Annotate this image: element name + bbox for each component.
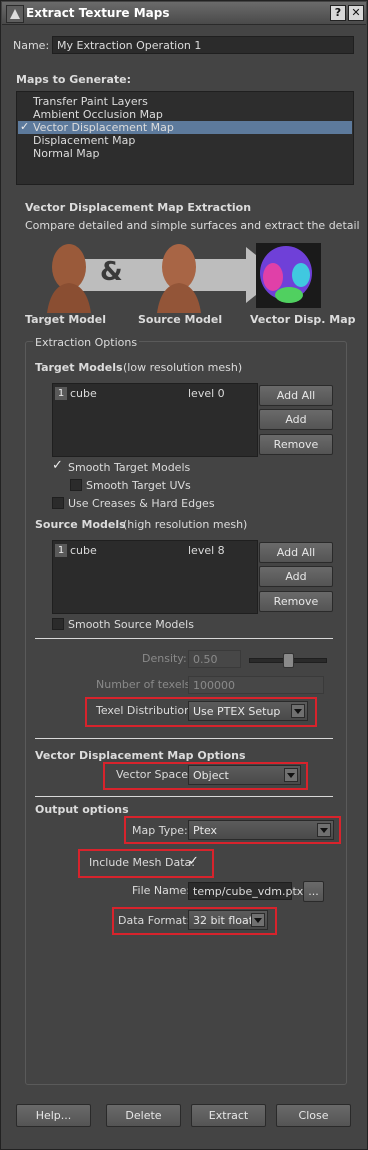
vdm-caption: Vector Disp. Map — [250, 313, 356, 326]
use-creases-label: Use Creases & Hard Edges — [68, 497, 215, 510]
file-name-label: File Name: — [132, 884, 191, 897]
extract-button[interactable]: Extract — [191, 1104, 266, 1127]
name-label: Name: — [13, 39, 50, 52]
row-index: 1 — [55, 544, 67, 557]
target-model-caption: Target Model — [25, 313, 106, 326]
target-add-all-button[interactable]: Add All — [259, 385, 333, 406]
window-title: Extract Texture Maps — [26, 6, 170, 20]
use-creases-checkbox[interactable] — [52, 497, 64, 509]
smooth-source-models-checkbox[interactable] — [52, 618, 64, 630]
divider — [35, 638, 333, 639]
highlight-box — [112, 907, 277, 935]
name-field[interactable]: My Extraction Operation 1 — [52, 36, 354, 54]
close-icon[interactable]: ✕ — [348, 5, 364, 21]
vdm-options-heading: Vector Displacement Map Options — [35, 749, 246, 762]
file-name-field[interactable]: temp/cube_vdm.ptx — [188, 882, 303, 900]
target-models-subheading: (low resolution mesh) — [123, 361, 243, 374]
target-remove-button[interactable]: Remove — [259, 434, 333, 455]
source-model-name: cube — [70, 544, 97, 557]
source-model-level: level 8 — [188, 544, 225, 557]
source-remove-button[interactable]: Remove — [259, 591, 333, 612]
source-models-heading: Source Models — [35, 518, 126, 531]
divider — [35, 796, 333, 797]
info-heading: Vector Displacement Map Extraction — [25, 201, 252, 214]
ampersand: & — [100, 257, 123, 287]
list-item[interactable]: Displacement Map — [18, 134, 352, 147]
source-models-list[interactable]: 1 cube level 8 — [52, 540, 258, 614]
list-item-selected[interactable]: ✓ Vector Displacement Map — [18, 120, 352, 134]
extraction-options-label: Extraction Options — [33, 336, 140, 349]
browse-button[interactable]: ... — [303, 881, 324, 902]
smooth-target-uvs-checkbox[interactable] — [70, 479, 82, 491]
output-options-heading: Output options — [35, 803, 129, 816]
density-field[interactable]: 0.50 — [188, 650, 241, 668]
extraction-illustration: & — [21, 237, 351, 313]
smooth-target-models-label: Smooth Target Models — [68, 461, 191, 474]
title-bar[interactable]: Extract Texture Maps ? ✕ — [2, 2, 366, 25]
highlight-box — [78, 849, 214, 878]
help-button[interactable]: Help... — [16, 1104, 91, 1127]
target-model-name: cube — [70, 387, 97, 400]
checkmark-icon: ✓ — [20, 120, 30, 133]
maps-list: Transfer Paint Layers Ambient Occlusion … — [16, 91, 354, 185]
checkmark-icon[interactable]: ✓ — [52, 458, 63, 473]
delete-button[interactable]: Delete — [106, 1104, 181, 1127]
highlight-box — [103, 762, 308, 790]
density-label: Density: — [142, 652, 187, 665]
list-item[interactable]: Normal Map — [18, 147, 352, 160]
row-index: 1 — [55, 387, 67, 400]
target-models-list[interactable]: 1 cube level 0 — [52, 383, 258, 457]
app-icon — [6, 5, 24, 23]
source-add-selected-button[interactable]: Add Selected — [259, 566, 333, 602]
smooth-target-uvs-label: Smooth Target UVs — [86, 479, 191, 492]
list-item[interactable]: Ambient Occlusion Map — [18, 108, 352, 121]
target-add-selected-button[interactable]: Add Selected — [259, 409, 333, 445]
source-add-all-button[interactable]: Add All — [259, 542, 333, 563]
info-description: Compare detailed and simple surfaces and… — [25, 219, 360, 232]
target-models-heading: Target Models — [35, 361, 123, 374]
texels-label: Number of texels: — [96, 678, 195, 691]
highlight-box — [85, 697, 317, 727]
density-slider[interactable] — [249, 653, 327, 668]
help-icon[interactable]: ? — [330, 5, 346, 21]
dialog-window: Extract Texture Maps ? ✕ Name: My Extrac… — [0, 0, 368, 1150]
density-slider-handle[interactable] — [283, 653, 294, 668]
list-item[interactable]: Transfer Paint Layers — [18, 95, 352, 108]
maps-heading: Maps to Generate: — [16, 73, 132, 86]
smooth-source-models-label: Smooth Source Models — [68, 618, 194, 631]
close-button[interactable]: Close — [276, 1104, 351, 1127]
source-model-caption: Source Model — [138, 313, 223, 326]
texels-field[interactable]: 100000 — [188, 676, 324, 694]
highlight-box — [124, 816, 341, 844]
target-model-level: level 0 — [188, 387, 225, 400]
source-models-subheading: (high resolution mesh) — [123, 518, 248, 531]
divider — [35, 738, 333, 739]
vector-displacement-map-thumbnail — [256, 243, 321, 308]
